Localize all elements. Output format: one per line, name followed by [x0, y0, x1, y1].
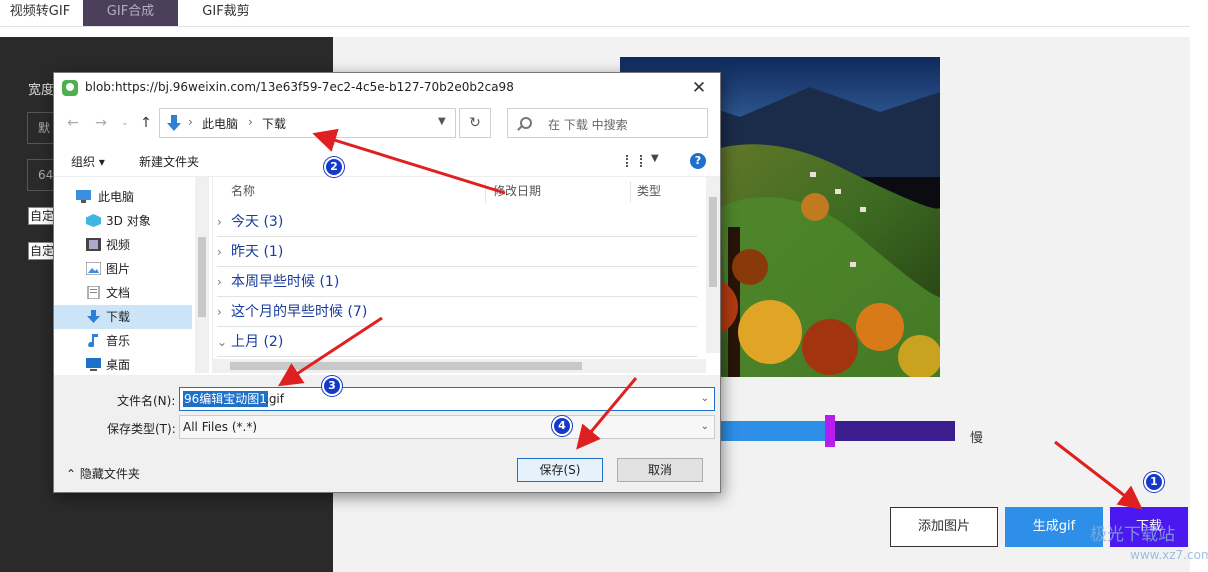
- annotation-badge-2: 2: [324, 157, 344, 177]
- page: 视频转GIF GIF合成 GIF裁剪 宽度 默 64 自定 自定 慢 添加图片 …: [0, 0, 1208, 572]
- annotation-arrow-2: [312, 128, 506, 195]
- annotation-arrow-1: [1054, 440, 1143, 510]
- annotation-badge-1: 1: [1144, 472, 1164, 492]
- annotation-arrow-3: [277, 316, 383, 387]
- annotation-badge-4: 4: [552, 416, 572, 436]
- annotation-layer: [277, 128, 1143, 510]
- annotation-badge-3: 3: [322, 376, 342, 396]
- annotation-arrow-4: [576, 377, 638, 450]
